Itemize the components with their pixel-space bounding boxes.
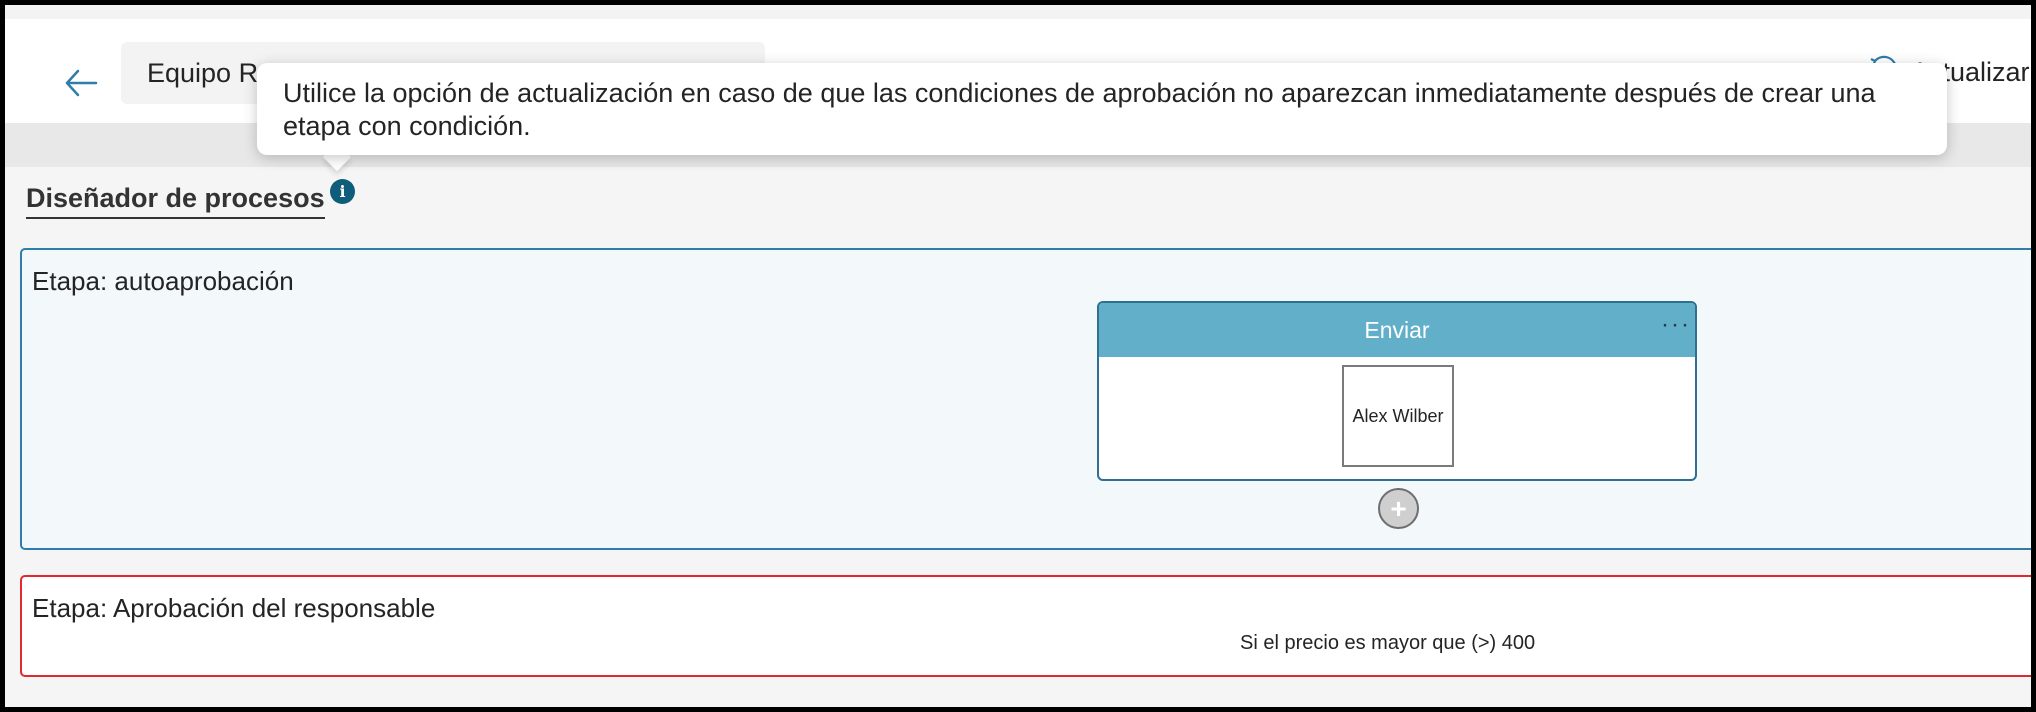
back-button[interactable]: [61, 63, 101, 103]
workflow-name-value: Equipo R: [147, 57, 259, 88]
approver-tile[interactable]: Alex Wilber: [1342, 365, 1454, 467]
stage-autoapproval: Etapa: autoaprobación: [20, 248, 2031, 550]
stage-condition: Si el precio es mayor que (>) 400: [1240, 632, 1536, 654]
refresh-tooltip: Utilice la opción de actualización en ca…: [257, 63, 1947, 155]
add-icon: +: [1390, 492, 1407, 524]
app-window: Equipo R Actualizar Diseñador de proceso…: [5, 5, 2031, 707]
add-step-button[interactable]: +: [1378, 488, 1419, 529]
stage-manager-approval: Etapa: Aprobación del responsable: [20, 575, 2031, 677]
info-icon[interactable]: i: [330, 179, 355, 204]
page-title: Diseñador de procesos: [26, 181, 325, 219]
back-arrow-icon: [65, 69, 98, 97]
approver-name: Alex Wilber: [1352, 405, 1444, 426]
step-card-header: Enviar ···: [1099, 303, 1695, 357]
info-icon-glyph: i: [339, 182, 346, 201]
stage-title: Etapa: Aprobación del responsable: [32, 593, 436, 623]
step-card-submit[interactable]: Enviar ··· Alex Wilber: [1097, 301, 1697, 481]
tooltip-text: Utilice la opción de actualización en ca…: [283, 78, 1876, 141]
stage-title: Etapa: autoaprobación: [32, 266, 294, 296]
step-card-title: Enviar: [1364, 316, 1430, 343]
more-icon[interactable]: ···: [1661, 311, 1691, 339]
